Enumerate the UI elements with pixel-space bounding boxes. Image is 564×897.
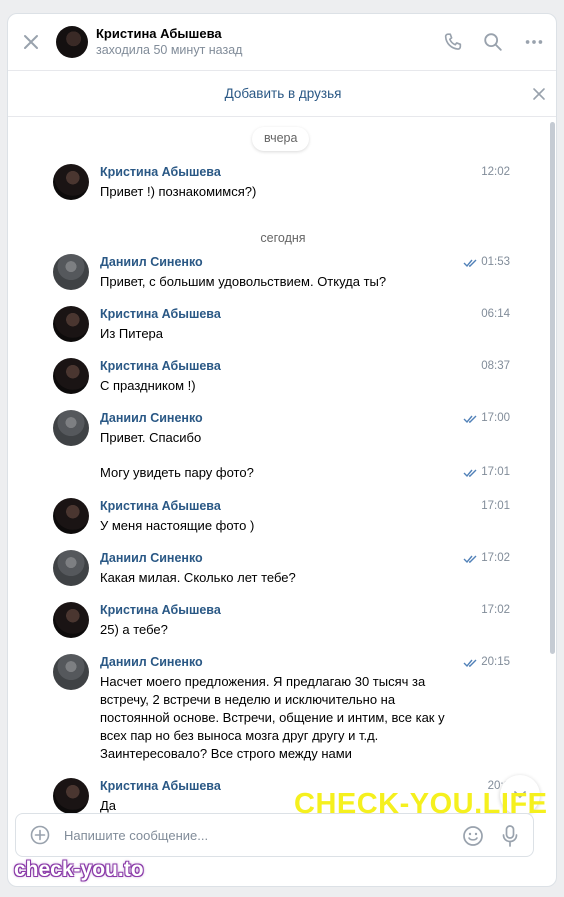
message-time: 17:02 — [481, 552, 510, 564]
contact-name[interactable]: Кристина Абышева — [96, 26, 222, 41]
close-icon[interactable] — [532, 87, 546, 101]
message-text: Могу увидеть пару фото? — [100, 465, 254, 480]
chat-window: Кристина Абышева заходила 50 минут назад… — [7, 13, 557, 887]
date-separator: сегодня — [260, 231, 306, 245]
avatar[interactable] — [53, 254, 89, 290]
sender-name[interactable]: Кристина Абышева — [100, 165, 221, 179]
add-friend-button[interactable]: Добавить в друзья — [8, 86, 556, 101]
attach-plus-icon[interactable] — [30, 825, 50, 845]
avatar[interactable] — [53, 550, 89, 586]
read-check-icon — [463, 259, 477, 268]
message-time: 17:01 — [481, 500, 510, 512]
message-text: Насчет моего предложения. Я предлагаю 30… — [100, 674, 445, 761]
message-time: 17:02 — [481, 604, 510, 616]
read-check-icon — [463, 415, 477, 424]
sender-name[interactable]: Кристина Абышева — [100, 603, 221, 617]
sender-name[interactable]: Кристина Абышева — [100, 359, 221, 373]
message-text: 25) а тебе? — [100, 622, 168, 637]
message-text: Из Питера — [100, 326, 164, 341]
message-text: Привет !) познакомимся?) — [100, 184, 257, 199]
date-separator: вчера — [252, 127, 310, 151]
message-time: 12:02 — [481, 166, 510, 178]
message-time: 06:14 — [481, 308, 510, 320]
avatar[interactable] — [53, 410, 89, 446]
read-check-icon — [463, 555, 477, 564]
watermark-corner: check-you.to — [14, 858, 144, 881]
read-check-icon — [463, 469, 477, 478]
search-icon[interactable] — [482, 31, 504, 53]
sender-name[interactable]: Даниил Синенко — [100, 551, 203, 565]
sender-name[interactable]: Кристина Абышева — [100, 499, 221, 513]
avatar[interactable] — [53, 358, 89, 394]
microphone-icon[interactable] — [501, 824, 519, 848]
avatar[interactable] — [53, 306, 89, 342]
scrollbar[interactable] — [550, 122, 555, 654]
message-time: 20:15 — [481, 656, 510, 668]
read-check-icon — [463, 659, 477, 668]
message-time: 17:01 — [481, 466, 510, 478]
message-text: Привет, с большим удовольствием. Откуда … — [100, 274, 387, 289]
avatar[interactable] — [53, 602, 89, 638]
avatar[interactable] — [53, 654, 89, 690]
message-text: Привет. Спасибо — [100, 430, 202, 445]
contact-status: заходила 50 минут назад — [96, 43, 243, 57]
avatar[interactable] — [53, 778, 89, 814]
sender-name[interactable]: Кристина Абышева — [100, 779, 221, 793]
phone-icon[interactable] — [442, 31, 464, 53]
chat-header: Кристина Абышева заходила 50 минут назад — [8, 14, 556, 71]
message-input[interactable] — [64, 825, 444, 845]
sender-name[interactable]: Даниил Синенко — [100, 255, 203, 269]
message-text: У меня настоящие фото ) — [100, 518, 255, 533]
message-time: 01:53 — [481, 256, 510, 268]
close-icon[interactable] — [21, 32, 41, 52]
message-text: Какая милая. Сколько лет тебе? — [100, 570, 296, 585]
more-icon[interactable] — [523, 31, 545, 53]
avatar[interactable] — [56, 26, 88, 58]
avatar[interactable] — [53, 164, 89, 200]
message-time: 08:37 — [481, 360, 510, 372]
add-friend-bar: Добавить в друзья — [8, 71, 556, 117]
sender-name[interactable]: Даниил Синенко — [100, 411, 203, 425]
avatar[interactable] — [53, 498, 89, 534]
emoji-icon[interactable] — [462, 825, 484, 847]
message-history[interactable]: вчера Кристина Абышева 12:02 Привет !) п… — [8, 118, 556, 825]
message-time: 17:00 — [481, 412, 510, 424]
watermark-main: CHECK-YOU.LIFE — [294, 788, 548, 820]
message-text: С праздником !) — [100, 378, 196, 393]
sender-name[interactable]: Даниил Синенко — [100, 655, 203, 669]
sender-name[interactable]: Кристина Абышева — [100, 307, 221, 321]
